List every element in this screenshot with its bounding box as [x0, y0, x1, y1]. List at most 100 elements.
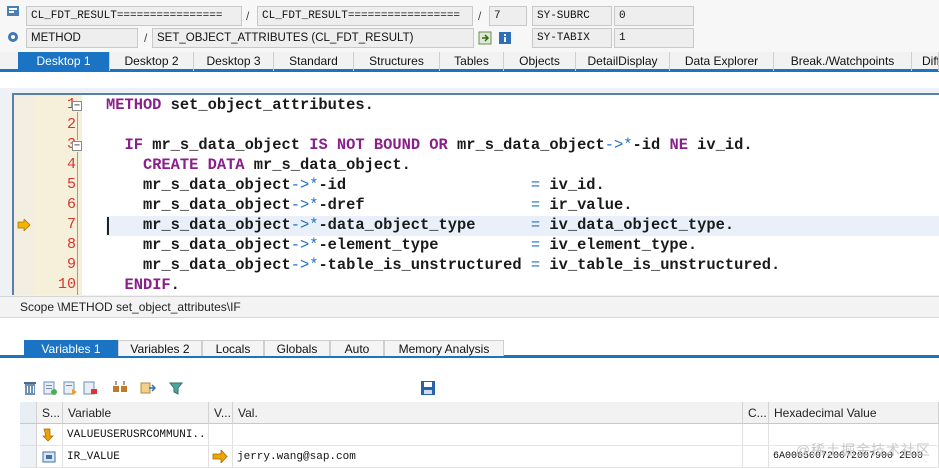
row-selector[interactable]: [20, 424, 37, 446]
include-field[interactable]: CL_FDT_RESULT=================: [257, 6, 473, 26]
line-number: 2: [66, 116, 76, 133]
tab-locals[interactable]: Locals: [202, 340, 264, 356]
value-cell[interactable]: [233, 424, 743, 446]
method-icon: [8, 32, 18, 42]
desktop-tab-strip: Desktop 1 Desktop 2 Desktop 3 Standard S…: [0, 52, 939, 72]
code-operator: ->*: [290, 216, 319, 234]
info-icon[interactable]: [498, 31, 512, 45]
code-text: iv_data_object_type.: [540, 216, 735, 234]
line-field[interactable]: 7: [489, 6, 527, 26]
variable-name-cell[interactable]: VALUEUSERUSRCOMMUNI...: [63, 424, 209, 446]
code-text: set_object_attributes.: [161, 96, 374, 114]
change-cell[interactable]: [743, 446, 769, 468]
tab-desktop-1[interactable]: Desktop 1: [18, 52, 110, 71]
sysfield-name-1[interactable]: SY-SUBRC: [532, 6, 612, 26]
grid-corner[interactable]: [20, 402, 37, 424]
code-text: mr_s_data_object: [106, 196, 291, 214]
tab-structures[interactable]: Structures: [354, 52, 440, 71]
separator-slash: /: [246, 9, 250, 23]
line-number: 9: [66, 256, 76, 273]
tab-data-explorer[interactable]: Data Explorer: [670, 52, 774, 71]
code-line[interactable]: mr_s_data_object->*-element_type = iv_el…: [106, 235, 697, 255]
toolbar-icon[interactable]: [42, 380, 58, 396]
sysfield-name-2[interactable]: SY-TABIX: [532, 28, 612, 48]
code-text: mr_s_data_object: [106, 256, 291, 274]
column-header-value-change[interactable]: V...: [209, 402, 233, 424]
code-text: -data_object_type: [318, 216, 531, 234]
code-line[interactable]: mr_s_data_object->*-id = iv_id.: [106, 175, 605, 195]
breakpoint-arrow-icon: [17, 219, 31, 231]
separator-slash: /: [478, 9, 482, 23]
sysfield-value-2[interactable]: 1: [614, 28, 694, 48]
code-line[interactable]: mr_s_data_object->*-dref = ir_value.: [106, 195, 633, 215]
tab-objects[interactable]: Objects: [504, 52, 576, 71]
row-selector[interactable]: [20, 446, 37, 468]
code-text: -element_type: [318, 236, 531, 254]
sysfield-value-1[interactable]: 0: [614, 6, 694, 26]
line-number: 7: [66, 216, 76, 233]
code-text: mr_s_data_object: [142, 136, 310, 154]
code-operator: ->*: [290, 236, 319, 254]
program-field[interactable]: CL_FDT_RESULT================: [26, 6, 242, 26]
value-change-cell[interactable]: [209, 424, 233, 446]
program-icon: [7, 6, 19, 16]
tab-detaildisplay[interactable]: DetailDisplay: [576, 52, 670, 71]
tab-globals[interactable]: Globals: [264, 340, 330, 356]
code-text: mr_s_data_object: [106, 236, 291, 254]
fold-toggle-method[interactable]: −: [72, 101, 82, 111]
column-header-hex[interactable]: Hexadecimal Value: [769, 402, 939, 424]
delete-icon[interactable]: [22, 380, 38, 396]
code-line[interactable]: CREATE DATA mr_s_data_object.: [106, 155, 411, 175]
tab-diff[interactable]: Diff: [912, 52, 939, 71]
column-header-change[interactable]: C...: [743, 402, 769, 424]
save-icon[interactable]: [420, 380, 436, 396]
toolbar-icon[interactable]: [62, 380, 78, 396]
code-operator: ->*: [290, 176, 319, 194]
tab-variables-2[interactable]: Variables 2: [118, 340, 202, 356]
toolbar-icon[interactable]: [112, 380, 128, 396]
toolbar-icon[interactable]: [140, 380, 156, 396]
navigate-icon[interactable]: [478, 31, 492, 45]
tab-standard[interactable]: Standard: [274, 52, 354, 71]
code-line[interactable]: mr_s_data_object->*-data_object_type = i…: [106, 215, 734, 235]
toolbar-icon[interactable]: [168, 380, 184, 396]
code-text: .: [170, 276, 180, 294]
column-header-status[interactable]: S...: [37, 402, 63, 424]
code-text: iv_element_type.: [540, 236, 698, 254]
code-lines[interactable]: METHOD set_object_attributes. IF mr_s_da…: [106, 95, 939, 295]
code-text: mr_s_data_object: [106, 176, 291, 194]
tab-desktop-2[interactable]: Desktop 2: [110, 52, 194, 71]
code-line[interactable]: ENDIF.: [106, 275, 180, 295]
variable-name-cell[interactable]: IR_VALUE: [63, 446, 209, 468]
fold-guide: [77, 112, 78, 140]
code-keyword: IF: [124, 136, 143, 154]
line-number: 8: [66, 236, 76, 253]
tab-memory-analysis[interactable]: Memory Analysis: [384, 340, 504, 356]
value-cell[interactable]: jerry.wang@sap.com: [233, 446, 743, 468]
tab-break-watchpoints[interactable]: Break./Watchpoints: [774, 52, 912, 71]
code-line[interactable]: mr_s_data_object->*-table_is_unstructure…: [106, 255, 780, 275]
scope-bar: Scope \METHOD set_object_attributes\IF: [0, 296, 939, 318]
breakpoint-gutter[interactable]: [14, 95, 34, 295]
code-operator: ->*: [290, 196, 319, 214]
fold-toggle-if[interactable]: −: [72, 141, 82, 151]
code-keyword: ENDIF: [124, 276, 171, 294]
value-change-cell[interactable]: [209, 446, 233, 468]
code-text: mr_s_data_object: [447, 136, 605, 154]
event-type-field[interactable]: METHOD: [26, 28, 138, 48]
code-text: iv_id.: [687, 136, 753, 154]
toolbar-icon[interactable]: [82, 380, 98, 396]
event-field[interactable]: SET_OBJECT_ATTRIBUTES (CL_FDT_RESULT): [152, 28, 474, 48]
column-header-value[interactable]: Val.: [233, 402, 743, 424]
tab-tables[interactable]: Tables: [440, 52, 504, 71]
tab-variables-1[interactable]: Variables 1: [24, 340, 118, 356]
code-line[interactable]: METHOD set_object_attributes.: [106, 95, 374, 115]
change-value-icon[interactable]: [212, 450, 228, 463]
tab-desktop-3[interactable]: Desktop 3: [194, 52, 274, 71]
tab-auto[interactable]: Auto: [330, 340, 384, 356]
change-cell[interactable]: [743, 424, 769, 446]
column-header-variable[interactable]: Variable: [63, 402, 209, 424]
code-text: iv_id.: [540, 176, 605, 194]
code-line[interactable]: IF mr_s_data_object IS NOT BOUND OR mr_s…: [106, 135, 753, 155]
